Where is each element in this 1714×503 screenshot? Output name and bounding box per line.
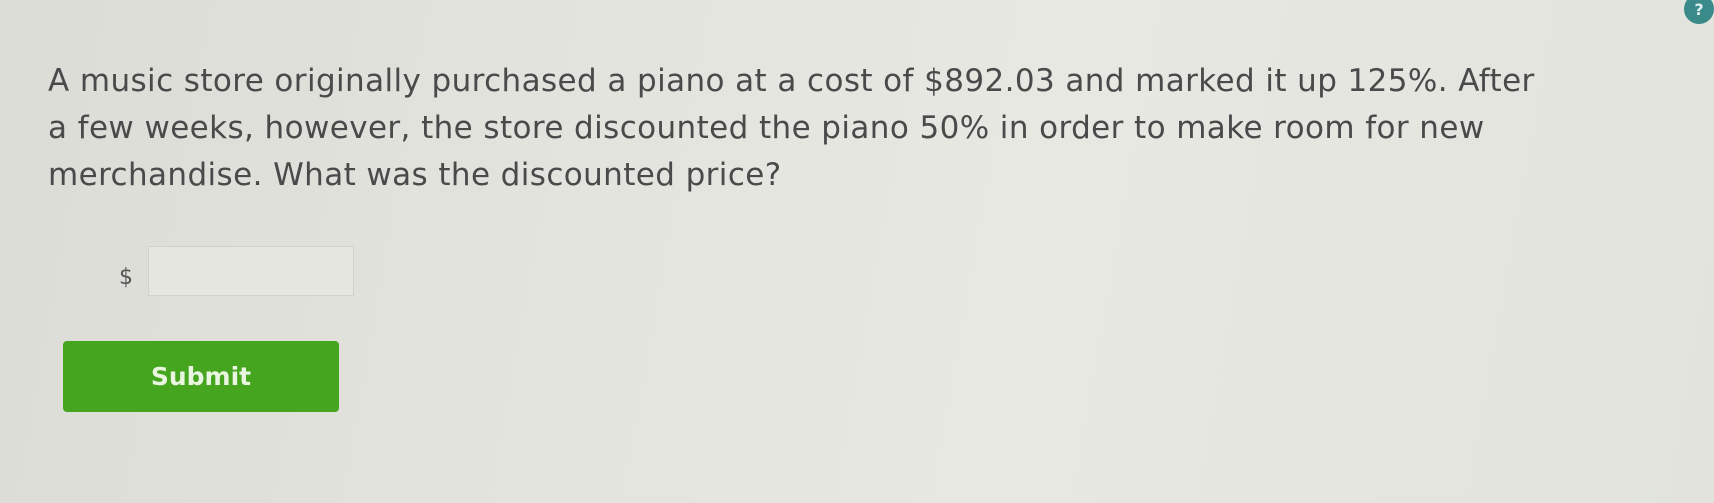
currency-symbol: $ bbox=[119, 265, 133, 290]
help-icon-glyph: ? bbox=[1694, 0, 1704, 19]
submit-button[interactable]: Submit bbox=[63, 341, 339, 412]
question-line: merchandise. What was the discounted pri… bbox=[48, 157, 782, 193]
answer-input[interactable] bbox=[148, 246, 354, 296]
question-text: A music store originally purchased a pia… bbox=[48, 58, 1648, 199]
help-icon[interactable]: ? bbox=[1684, 0, 1714, 24]
question-line: A music store originally purchased a pia… bbox=[48, 63, 1535, 99]
question-line: a few weeks, however, the store discount… bbox=[48, 110, 1485, 146]
